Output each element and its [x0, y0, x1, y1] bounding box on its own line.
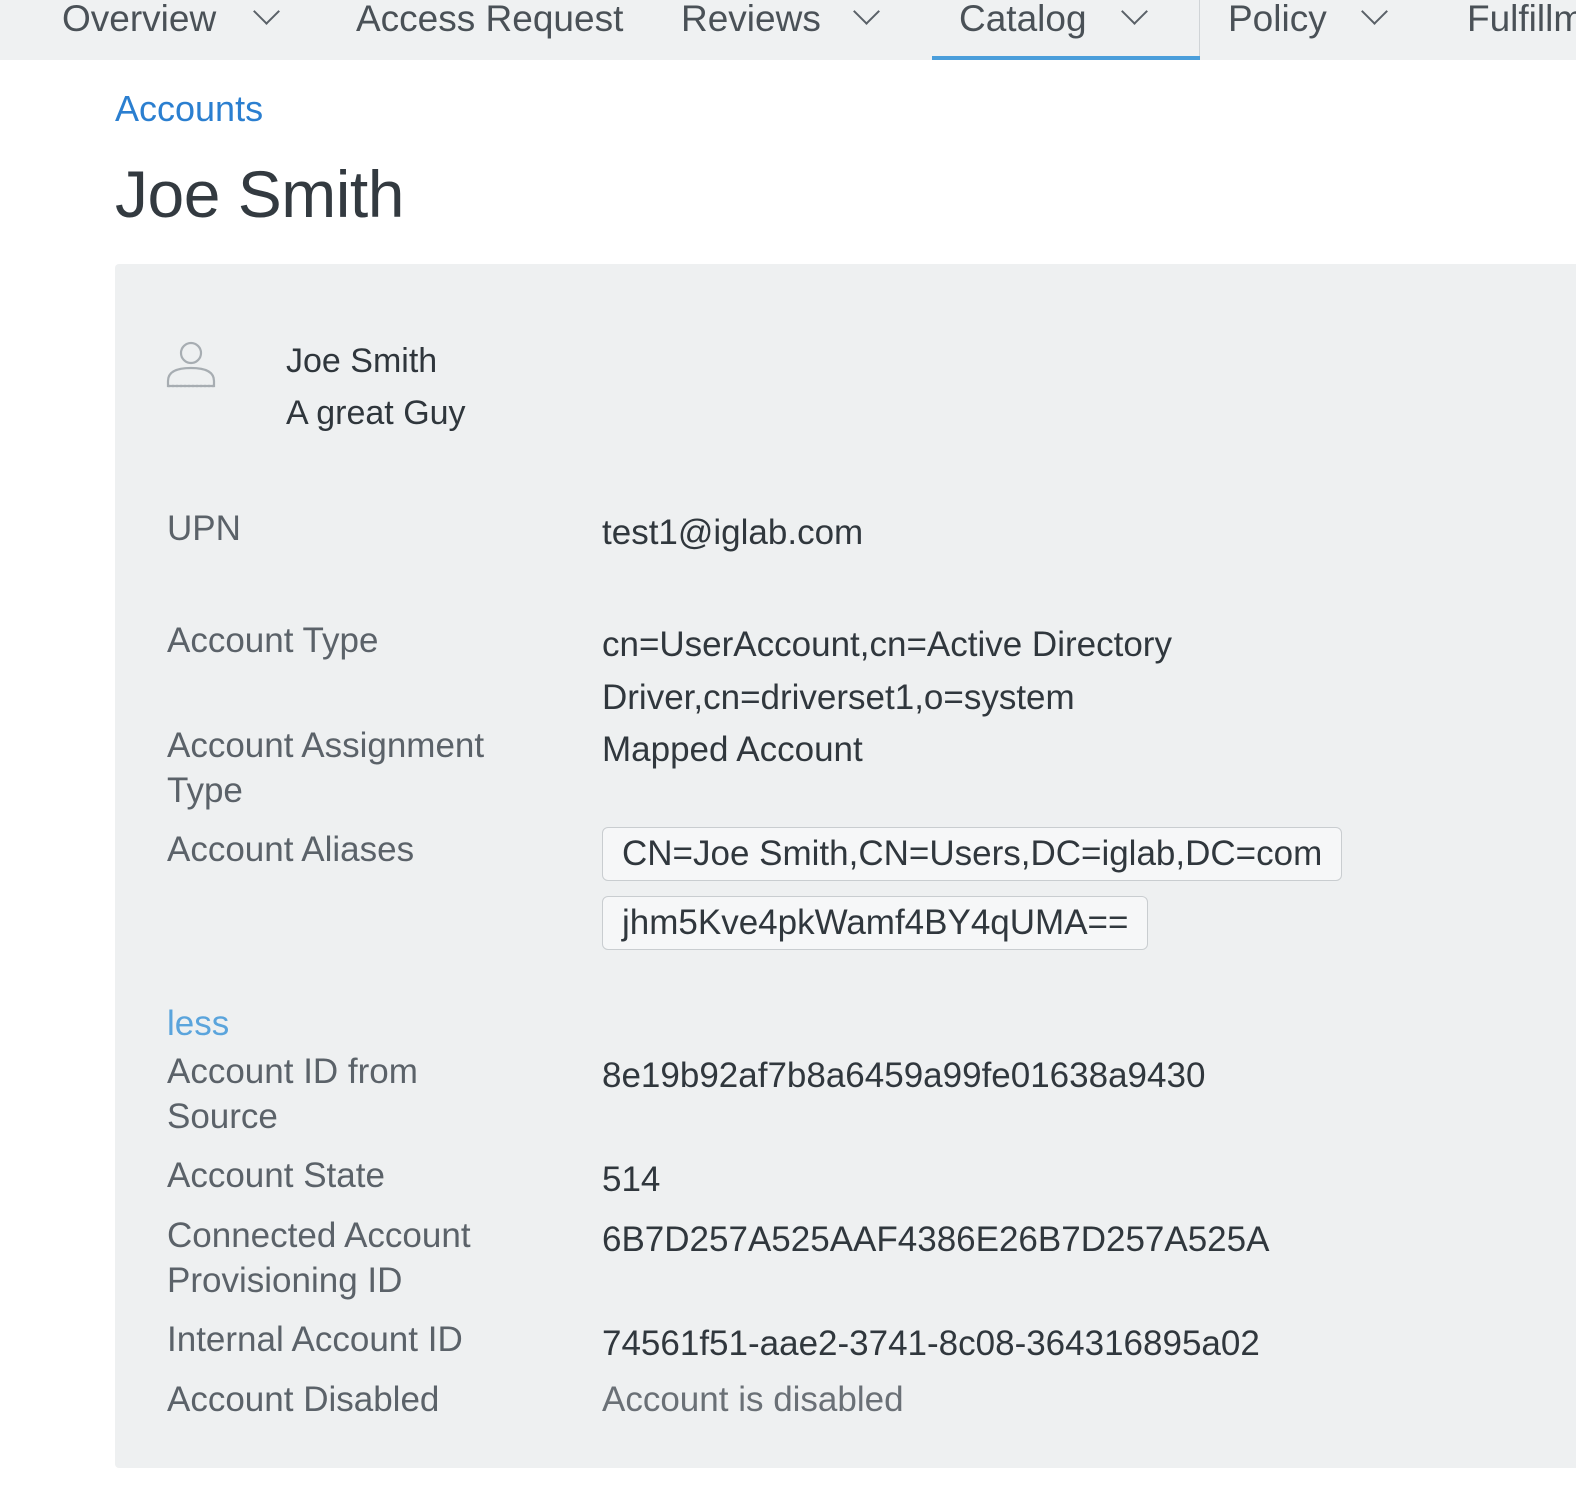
breadcrumb-accounts[interactable]: Accounts	[115, 88, 263, 130]
nav-tab-label: Catalog	[959, 0, 1087, 39]
user-icon	[166, 341, 216, 388]
nav-tab-policy[interactable]: Policy	[1228, 0, 1388, 60]
chevron-down-icon	[852, 0, 880, 25]
account-id-value: 8e19b92af7b8a6459a99fe01638a9430	[602, 1056, 1206, 1095]
account-disabled-label: Account Disabled	[167, 1380, 440, 1419]
account-type-label: Account Type	[167, 621, 379, 660]
nav-tab-catalog[interactable]: Catalog	[932, 0, 1200, 60]
assignment-type-label-line: Account Assignment	[167, 726, 485, 765]
provisioning-id-label-line: Connected Account	[167, 1216, 471, 1255]
aliases-label: Account Aliases	[167, 830, 415, 869]
nav-tab-label: Access Request	[356, 0, 624, 39]
nav-tab-label: Policy	[1228, 0, 1327, 39]
nav-tab-label: Fulfillm	[1467, 0, 1576, 39]
chevron-down-icon	[253, 0, 281, 25]
account-state-label: Account State	[167, 1156, 385, 1195]
internal-id-value: 74561f51-aae2-3741-8c08-364316895a02	[602, 1324, 1260, 1363]
show-less-link[interactable]: less	[167, 1004, 229, 1044]
identity-name: Joe Smith	[286, 342, 438, 380]
account-state-value: 514	[602, 1160, 661, 1199]
nav-tab-access-request[interactable]: Access Request	[356, 0, 623, 60]
top-navigation: Overview Access Request Reviews Catalog …	[0, 0, 1576, 60]
account-id-label-line: Source	[167, 1097, 278, 1136]
chevron-down-icon	[1360, 0, 1388, 25]
account-type-value-line: Driver,cn=driverset1,o=system	[602, 678, 1075, 717]
nav-tab-reviews[interactable]: Reviews	[681, 0, 880, 60]
nav-tab-label: Reviews	[681, 0, 821, 39]
provisioning-id-label-line: Provisioning ID	[167, 1261, 403, 1300]
account-type-value-line: cn=UserAccount,cn=Active Directory	[602, 625, 1172, 664]
upn-value: test1@iglab.com	[602, 513, 864, 552]
nav-tab-fulfillment[interactable]: Fulfillm	[1467, 0, 1576, 60]
alias-chip: jhm5Kve4pkWamf4BY4qUMA==	[602, 896, 1149, 950]
provisioning-id-label: Connected Account Provisioning ID	[167, 1213, 547, 1303]
page-title: Joe Smith	[115, 157, 404, 231]
account-detail-card: Joe Smith A great Guy UPN test1@iglab.co…	[115, 264, 1576, 1468]
nav-tab-overview[interactable]: Overview	[62, 0, 281, 60]
assignment-type-label: Account Assignment Type	[167, 723, 547, 813]
account-type-value: cn=UserAccount,cn=Active Directory Drive…	[602, 618, 1172, 724]
nav-tab-label: Overview	[62, 0, 217, 39]
alias-chip: CN=Joe Smith,CN=Users,DC=iglab,DC=com	[602, 827, 1343, 881]
account-disabled-value: Account is disabled	[602, 1380, 904, 1419]
assignment-type-label-line: Type	[167, 771, 243, 810]
account-id-label: Account ID from Source	[167, 1049, 547, 1139]
internal-id-label: Internal Account ID	[167, 1320, 463, 1359]
provisioning-id-value: 6B7D257A525AAF4386E26B7D257A525A	[602, 1220, 1270, 1259]
upn-label: UPN	[167, 509, 241, 548]
chevron-down-icon	[1120, 0, 1148, 25]
identity-description: A great Guy	[286, 394, 466, 432]
assignment-type-value: Mapped Account	[602, 730, 863, 769]
account-id-label-line: Account ID from	[167, 1052, 418, 1091]
